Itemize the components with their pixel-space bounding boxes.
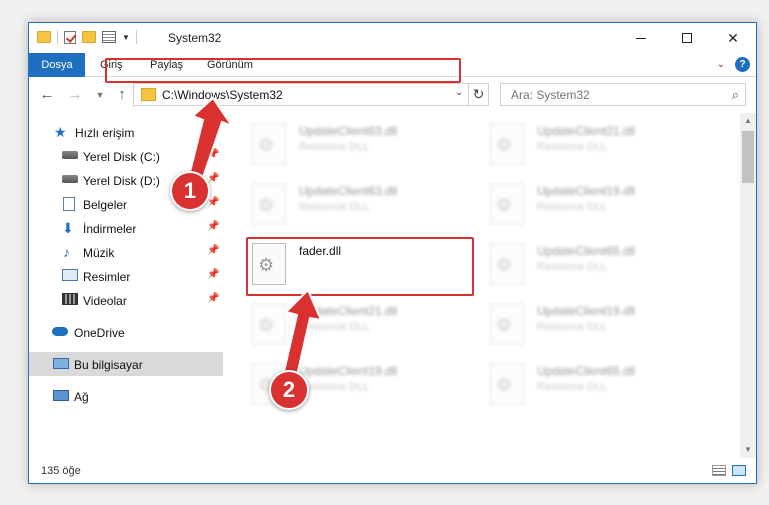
- annotation-arrows: [186, 96, 323, 382]
- step-1-badge: 1: [170, 171, 210, 211]
- arrow-to-dll-file: [281, 288, 323, 382]
- step-2-badge: 2: [269, 370, 309, 410]
